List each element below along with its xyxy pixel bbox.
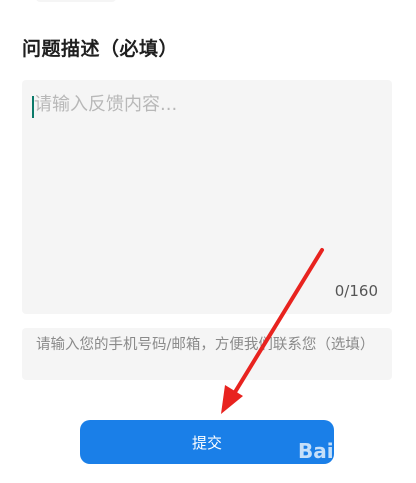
feedback-textarea[interactable] — [34, 90, 380, 274]
contact-input[interactable] — [36, 336, 382, 376]
contact-input-container[interactable] — [22, 328, 392, 380]
text-caret — [32, 96, 34, 118]
feedback-input-container[interactable]: 0/160 — [22, 80, 392, 314]
character-counter: 0/160 — [334, 282, 378, 300]
watermark-domain: jingyan.baidu.com — [299, 467, 383, 477]
section-title: 问题描述（必填） — [22, 38, 179, 60]
submit-button[interactable]: 提交 — [80, 420, 334, 464]
top-divider-stub — [36, 0, 116, 2]
